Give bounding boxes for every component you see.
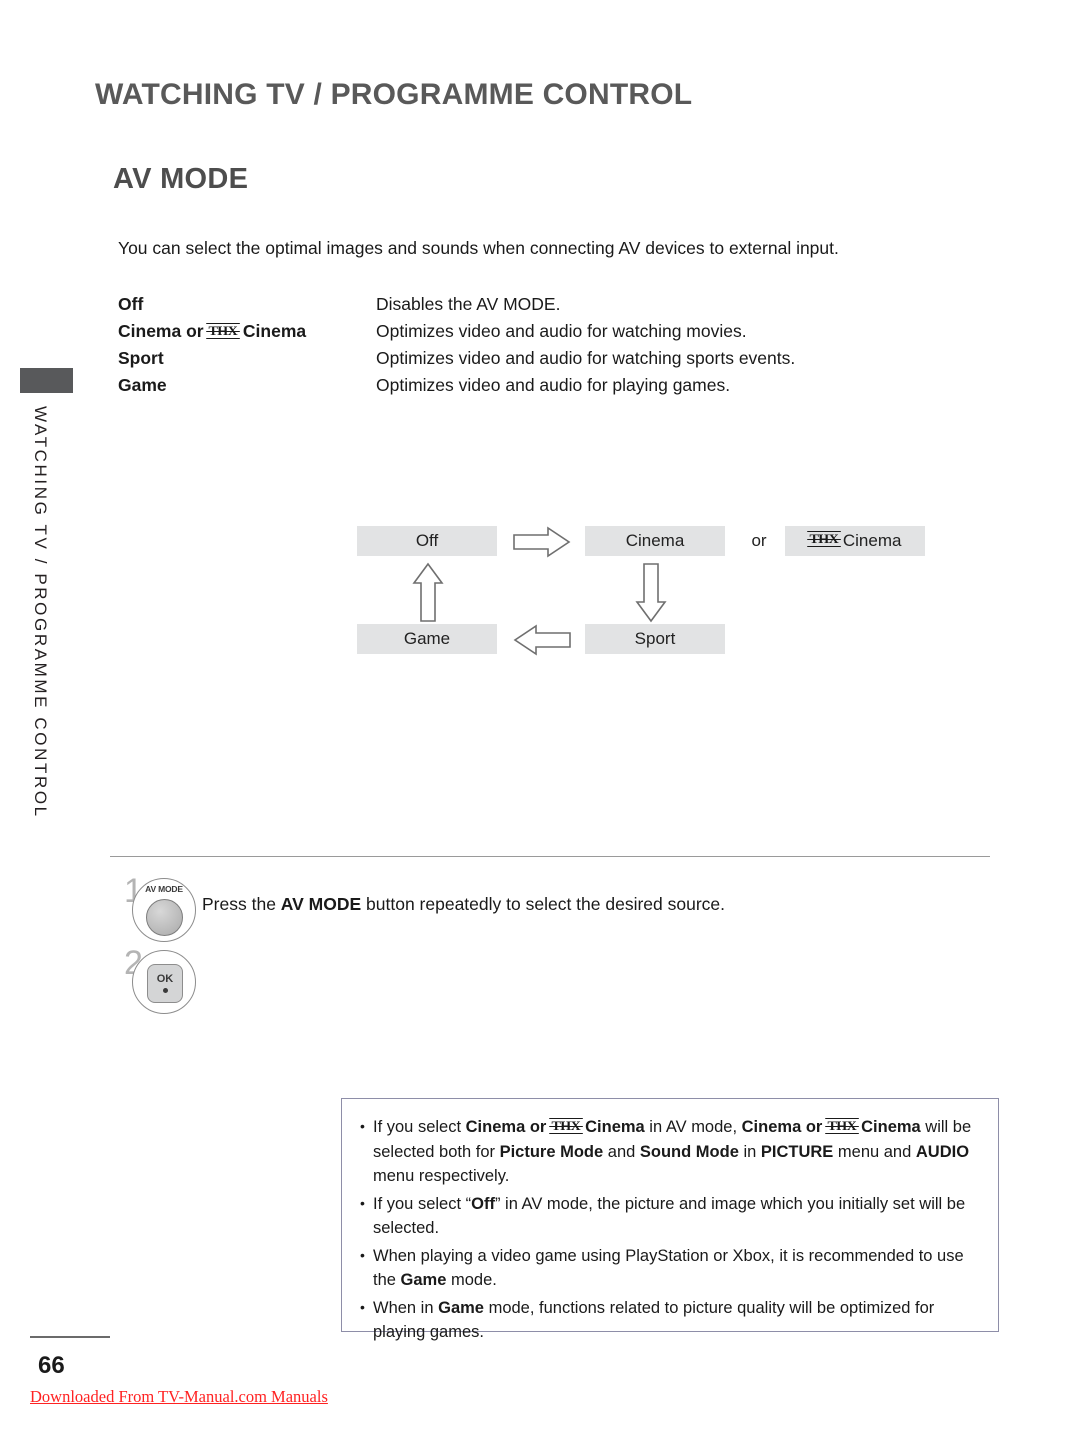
- step-row-2: 2 OK: [124, 944, 984, 1016]
- mode-term-prefix: Off: [118, 294, 144, 314]
- flow-box-thx-cinema: THX Cinema: [785, 526, 925, 556]
- mode-description: Disables the AV MODE.: [376, 294, 561, 314]
- section-title: AV MODE: [113, 163, 249, 195]
- flow-box-off-label: Off: [415, 531, 439, 550]
- sidebar-tab-block: [20, 368, 73, 393]
- av-mode-flow-diagram: Off Cinema or THX Cinema Sport Game: [357, 524, 957, 664]
- note-item: If you select “Off” in AV mode, the pict…: [360, 1191, 980, 1241]
- sidebar-vertical-label: WATCHING TV / PROGRAMME CONTROL: [31, 406, 50, 819]
- ok-key-label: OK: [156, 973, 174, 985]
- mode-description: Optimizes video and audio for watching m…: [376, 321, 747, 341]
- intro-paragraph: You can select the optimal images and so…: [118, 238, 839, 258]
- mode-description: Optimizes video and audio for playing ga…: [376, 375, 731, 395]
- step-instructions: 1 AV MODE Press the AV MODE button repea…: [124, 872, 984, 1016]
- flow-box-off: Off: [357, 526, 497, 556]
- flow-box-sport: Sport: [585, 624, 725, 654]
- mode-term: Sport: [118, 348, 376, 369]
- footer-divider: [30, 1336, 110, 1338]
- thx-logo-icon: THX: [206, 322, 240, 339]
- av-mode-key-caption: AV MODE: [145, 884, 183, 894]
- mode-term: Cinema or THX Cinema: [118, 321, 376, 342]
- thx-logo-icon: THX: [825, 1117, 859, 1134]
- mode-row: Cinema or THX Cinema Optimizes video and…: [118, 321, 988, 348]
- mode-row: Game Optimizes video and audio for playi…: [118, 375, 988, 402]
- ok-key-button[interactable]: OK: [147, 964, 183, 1003]
- step-1-bold: AV MODE: [280, 894, 362, 914]
- arrow-up-icon: [412, 562, 444, 622]
- section-divider: [110, 856, 990, 857]
- download-source-link[interactable]: Downloaded From TV-Manual.com Manuals: [30, 1387, 328, 1407]
- arrow-left-icon: [513, 624, 571, 656]
- page-number: 66: [38, 1352, 65, 1379]
- thx-logo-icon: THX: [549, 1117, 583, 1134]
- flow-box-game: Game: [357, 624, 497, 654]
- ok-key-icon[interactable]: OK: [132, 950, 196, 1014]
- sidebar: WATCHING TV / PROGRAMME CONTROL: [0, 360, 95, 880]
- step-1-pre: Press the: [202, 894, 281, 914]
- mode-row: Off Disables the AV MODE.: [118, 294, 988, 321]
- mode-term: Game: [118, 375, 376, 396]
- mode-definition-list: Off Disables the AV MODE. Cinema or THX …: [118, 294, 988, 402]
- mode-term-suffix: Cinema: [238, 321, 307, 341]
- note-item: When in Game mode, functions related to …: [360, 1295, 980, 1345]
- mode-term-prefix: Sport: [118, 348, 164, 368]
- thx-logo-icon: THX: [806, 530, 840, 548]
- step-1-instruction: Press the AV MODE button repeatedly to s…: [202, 894, 725, 915]
- mode-description: Optimizes video and audio for watching s…: [376, 348, 796, 368]
- mode-row: Sport Optimizes video and audio for watc…: [118, 348, 988, 375]
- arrow-down-icon: [635, 563, 667, 623]
- step-1-post: button repeatedly to select the desired …: [361, 894, 726, 914]
- note-item: When playing a video game using PlayStat…: [360, 1243, 980, 1293]
- flow-box-cinema-label: Cinema: [625, 531, 685, 550]
- chapter-title: WATCHING TV / PROGRAMME CONTROL: [95, 78, 693, 111]
- page-header: WATCHING TV / PROGRAMME CONTROL: [95, 78, 995, 112]
- ok-key-dot-icon: [162, 988, 168, 993]
- arrow-right-icon: [513, 526, 571, 558]
- av-mode-key-button[interactable]: [146, 899, 183, 936]
- mode-term: Off: [118, 294, 376, 315]
- flow-box-cinema: Cinema: [585, 526, 725, 556]
- step-row-1: 1 AV MODE Press the AV MODE button repea…: [124, 872, 984, 944]
- flow-box-thx-label: Cinema: [842, 531, 902, 550]
- flow-or-label: or: [751, 531, 767, 550]
- mode-term-prefix: Game: [118, 375, 167, 395]
- mode-term-prefix: Cinema or: [118, 321, 209, 341]
- note-list: If you select Cinema or THX Cinema in AV…: [360, 1114, 980, 1345]
- av-mode-key-icon[interactable]: AV MODE: [132, 878, 196, 942]
- flow-box-sport-label: Sport: [634, 629, 676, 648]
- flow-box-game-label: Game: [403, 629, 451, 648]
- note-box: If you select Cinema or THX Cinema in AV…: [341, 1098, 999, 1341]
- note-item: If you select Cinema or THX Cinema in AV…: [360, 1114, 980, 1189]
